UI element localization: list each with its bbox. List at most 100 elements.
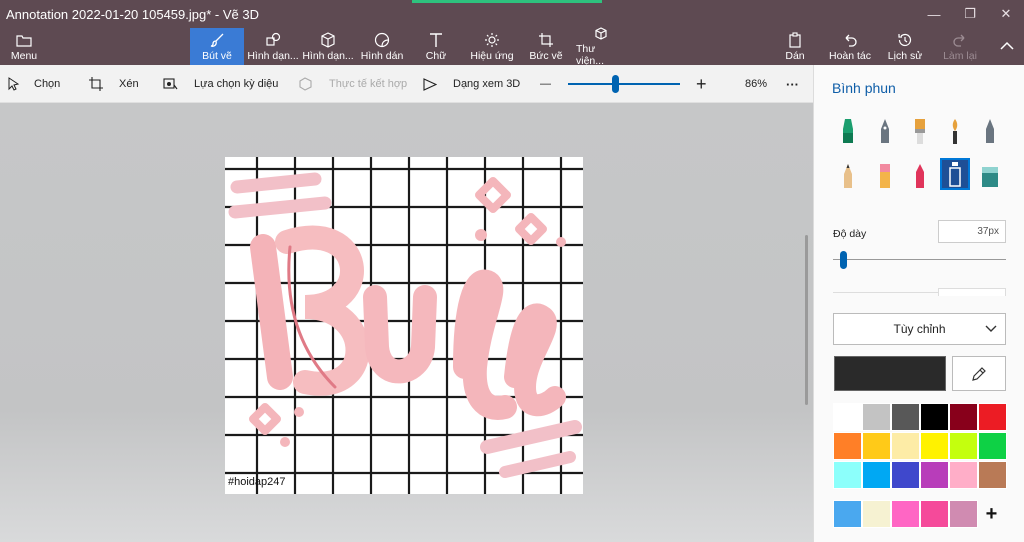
zoom-out-label: —: [540, 78, 551, 90]
drawing-canvas[interactable]: #hoidap247: [225, 157, 583, 494]
mixed-reality-icon: [299, 77, 312, 91]
thickness-input[interactable]: 37px: [938, 220, 1006, 243]
tab-brushes[interactable]: Bút vẽ: [190, 28, 244, 65]
vertical-scrollbar[interactable]: [805, 235, 808, 405]
more-label: ···: [786, 76, 799, 92]
color-swatch[interactable]: [862, 403, 891, 431]
thickness-slider-thumb[interactable]: [839, 251, 847, 269]
opacity-input-edge[interactable]: [938, 288, 1006, 296]
history-icon: [897, 32, 913, 49]
color-swatch[interactable]: [920, 432, 949, 460]
tab-2d-shapes-label: Hình dạn...: [247, 49, 299, 62]
pixel-pen-icon[interactable]: [975, 115, 1005, 147]
color-swatch[interactable]: [978, 432, 1007, 460]
zoom-level: 86%: [745, 65, 767, 103]
color-swatch[interactable]: [833, 403, 862, 431]
menu-button[interactable]: Menu: [4, 28, 44, 65]
tab-2d-shapes[interactable]: Hình dạn...: [246, 28, 300, 65]
color-swatch[interactable]: [891, 403, 920, 431]
chevron-down-icon: [985, 325, 997, 332]
color-swatch[interactable]: [978, 461, 1007, 489]
thickness-slider-track[interactable]: [833, 259, 1006, 260]
color-swatch[interactable]: [949, 403, 978, 431]
minimize-button[interactable]: —: [916, 0, 952, 28]
more-options-button[interactable]: ···: [786, 65, 799, 103]
tab-canvas[interactable]: Bức vẽ: [528, 28, 564, 65]
select-label: Chọn: [34, 78, 61, 90]
tab-stickers[interactable]: Hình dán: [358, 28, 406, 65]
pencil-icon[interactable]: [833, 160, 863, 192]
paste-button[interactable]: Dán: [780, 28, 810, 65]
history-button[interactable]: Lịch sử: [884, 28, 926, 65]
zoom-slider-thumb[interactable]: [612, 75, 619, 93]
eyedropper-button[interactable]: [952, 356, 1006, 391]
mixed-reality-label: Thực tế kết hợp: [329, 78, 408, 90]
menu-label: Menu: [10, 49, 38, 62]
folder-icon: [16, 32, 32, 49]
close-button[interactable]: ✕: [988, 0, 1024, 28]
window-title: Annotation 2022-01-20 105459.jpg* - Vẽ 3…: [6, 6, 259, 22]
mixed-reality-tool[interactable]: Thực tế kết hợp: [298, 65, 407, 103]
cursor-icon: [8, 77, 20, 91]
sun-icon: [484, 32, 500, 49]
color-swatch[interactable]: [891, 500, 920, 528]
color-swatch[interactable]: [949, 461, 978, 489]
calligraphy-pen-icon[interactable]: [870, 115, 900, 147]
tab-3d-library-label: Thư viện...: [576, 43, 605, 67]
marker-icon[interactable]: [833, 115, 863, 147]
eraser-icon[interactable]: [870, 160, 900, 192]
brush-mode-dropdown[interactable]: Tùy chỉnh: [833, 313, 1006, 345]
tab-3d-shapes[interactable]: Hình dạn...: [301, 28, 355, 65]
color-swatch[interactable]: [920, 461, 949, 489]
crayon-icon[interactable]: [905, 160, 935, 192]
zoom-value: 86%: [745, 78, 768, 90]
color-swatch[interactable]: [862, 500, 891, 528]
panel-title: Bình phun: [832, 80, 896, 96]
text-icon: [428, 32, 444, 49]
color-swatch[interactable]: [862, 432, 891, 460]
view-3d-tool[interactable]: Dạng xem 3D: [423, 65, 520, 103]
color-swatch[interactable]: [949, 432, 978, 460]
color-swatch[interactable]: [891, 432, 920, 460]
undo-button[interactable]: Hoàn tác: [826, 28, 874, 65]
color-swatch[interactable]: [891, 461, 920, 489]
tab-3d-shapes-label: Hình dạn...: [302, 49, 354, 62]
color-swatch[interactable]: [978, 403, 1007, 431]
spray-can-icon[interactable]: [940, 158, 970, 190]
tab-effects[interactable]: Hiệu ứng: [468, 28, 516, 65]
secondary-toolbar: Chọn Xén Lựa chọn kỳ diệu Thực tế kết hợ…: [0, 65, 813, 103]
eyedropper-icon: [972, 366, 986, 381]
select-tool[interactable]: Chọn: [8, 65, 60, 103]
tab-text[interactable]: Chữ: [418, 28, 454, 65]
color-swatch[interactable]: [833, 461, 862, 489]
tab-3d-library[interactable]: Thư viện...: [576, 27, 626, 67]
zoom-in-button[interactable]: +: [696, 65, 707, 103]
tab-canvas-label: Bức vẽ: [529, 49, 563, 62]
collapse-ribbon-button[interactable]: [994, 28, 1020, 65]
zoom-out-button[interactable]: —: [540, 65, 551, 103]
crop-label: Xén: [119, 78, 139, 90]
undo-label: Hoàn tác: [828, 49, 872, 62]
color-swatch[interactable]: [949, 500, 978, 528]
magic-select-tool[interactable]: Lựa chọn kỳ diệu: [163, 65, 278, 103]
color-swatch[interactable]: [920, 500, 949, 528]
view-3d-icon: [423, 77, 437, 91]
artwork: [225, 157, 583, 494]
oil-brush-icon[interactable]: [905, 115, 935, 147]
restore-button[interactable]: ❐: [952, 0, 988, 28]
zoom-slider-track[interactable]: [568, 83, 680, 85]
watercolor-icon[interactable]: [940, 115, 970, 147]
sticker-icon: [374, 32, 390, 49]
color-swatch[interactable]: [920, 403, 949, 431]
color-swatch[interactable]: [833, 432, 862, 460]
fill-bucket-icon[interactable]: [975, 160, 1005, 192]
crop-tool[interactable]: Xén: [89, 65, 139, 103]
color-swatch[interactable]: [862, 461, 891, 489]
current-color-swatch[interactable]: [834, 356, 946, 391]
magic-select-label: Lựa chọn kỳ diệu: [194, 78, 279, 90]
color-swatch[interactable]: [833, 500, 862, 528]
undo-icon: [842, 32, 858, 49]
redo-button[interactable]: Làm lại: [940, 28, 980, 65]
add-color-button[interactable]: +: [977, 500, 1006, 528]
title-accent-strip: [412, 0, 602, 3]
